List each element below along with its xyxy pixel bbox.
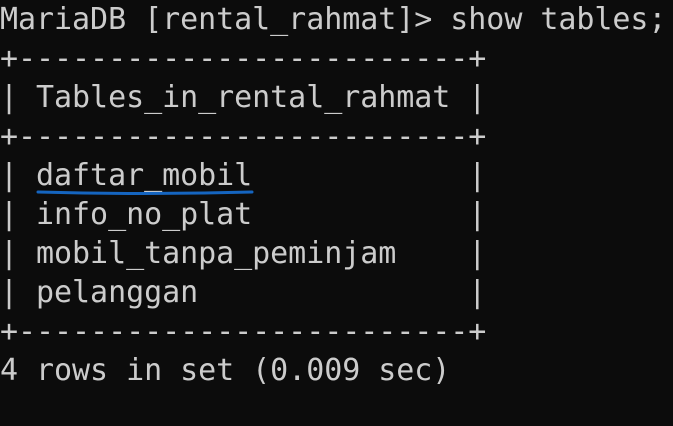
table-row: | mobil_tanpa_peminjam | <box>0 236 487 271</box>
table-border-mid: +-------------------------+ <box>0 119 487 154</box>
terminal-window[interactable]: MariaDB [rental_rahmat]> show tables; +-… <box>0 0 673 426</box>
table-row: | daftar_mobil | <box>0 158 487 193</box>
table-border-top: +-------------------------+ <box>0 41 487 76</box>
table-row: | info_no_plat | <box>0 197 487 232</box>
result-summary: 4 rows in set (0.009 sec) <box>0 353 451 388</box>
table-header-row: | Tables_in_rental_rahmat | <box>0 80 487 115</box>
table-row: | pelanggan | <box>0 275 487 310</box>
table-border-bottom: +-------------------------+ <box>0 314 487 349</box>
command-prompt-line: MariaDB [rental_rahmat]> show tables; <box>0 2 667 37</box>
